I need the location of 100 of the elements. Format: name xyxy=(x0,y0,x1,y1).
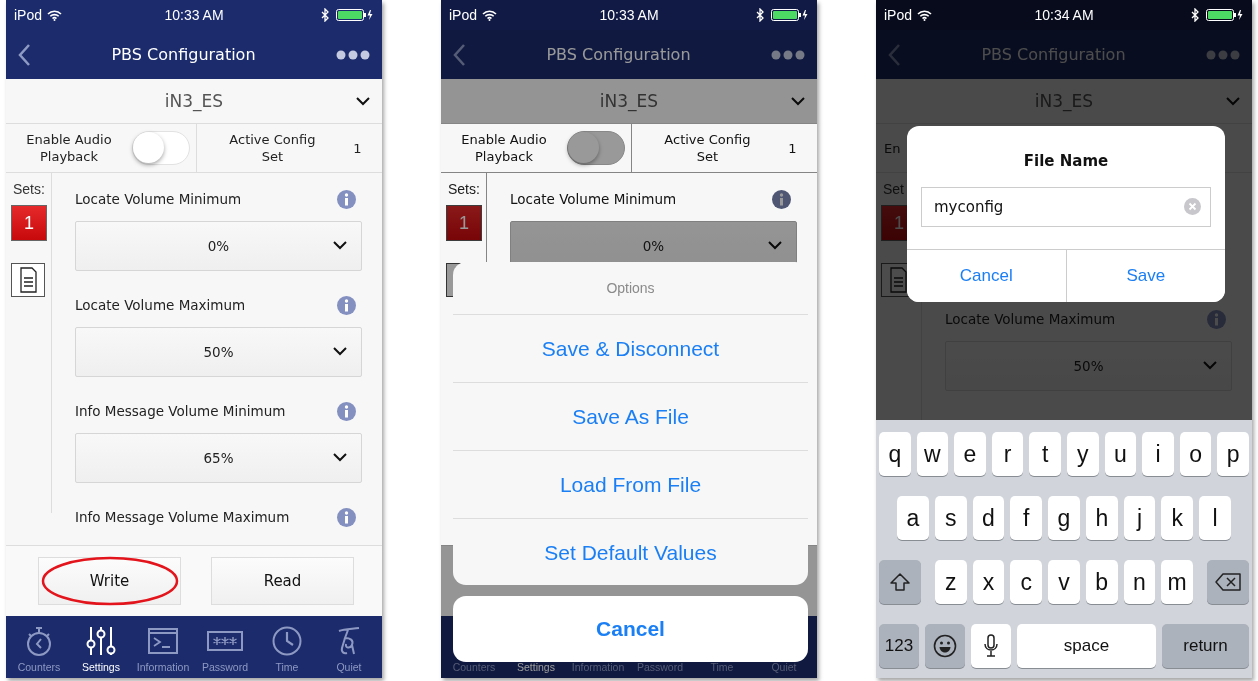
chevron-down-icon xyxy=(791,97,805,106)
info-icon[interactable] xyxy=(337,295,356,315)
keyboard-key[interactable]: z xyxy=(935,560,967,604)
keyboard-key[interactable]: s xyxy=(934,496,967,540)
screen-title: PBS Configuration xyxy=(981,45,1126,64)
keyboard-key[interactable]: m xyxy=(1161,560,1194,604)
setting-dropdown[interactable]: 50% xyxy=(75,327,362,377)
battery-icon xyxy=(1206,9,1244,21)
carrier-label: iPod xyxy=(14,7,43,23)
keyboard-key[interactable]: r xyxy=(991,432,1024,476)
setting-dropdown[interactable]: 0% xyxy=(75,221,362,271)
action-button[interactable]: Read xyxy=(211,557,354,605)
info-icon[interactable] xyxy=(772,189,791,209)
emoji-key[interactable] xyxy=(925,624,965,668)
space-key[interactable]: space xyxy=(1017,624,1156,668)
active-config-value: 1 xyxy=(353,140,362,156)
info-icon[interactable] xyxy=(337,401,356,421)
keyboard-key[interactable]: u xyxy=(1104,432,1137,476)
setting-dropdown[interactable]: 65% xyxy=(75,433,362,483)
delete-key[interactable] xyxy=(1207,560,1250,604)
keyboard-key[interactable]: w xyxy=(916,432,949,476)
tab-bar-item[interactable]: Settings xyxy=(70,616,132,678)
set-button[interactable]: 1 xyxy=(11,205,47,241)
keyboard-key[interactable]: v xyxy=(1048,560,1080,604)
chevron-down-icon xyxy=(356,97,370,106)
screen-title: PBS Configuration xyxy=(111,45,256,64)
keyboard-key[interactable]: 123 xyxy=(879,624,919,668)
chevron-down-icon xyxy=(1226,97,1240,106)
sheet-action[interactable]: Set Default Values xyxy=(453,519,808,585)
back-icon[interactable] xyxy=(453,42,466,67)
sets-label: Set xyxy=(883,181,904,197)
tab-bar-item[interactable]: Time xyxy=(256,616,318,678)
setting-label: Locate Volume Minimum xyxy=(510,191,677,207)
keyboard-key[interactable]: g xyxy=(1048,496,1080,540)
sheet-action[interactable]: Load From File xyxy=(453,451,808,519)
audio-playback-label: Enable Audio Playback xyxy=(460,131,548,165)
active-config-value: 1 xyxy=(788,140,797,156)
tab-bar-item[interactable]: Password xyxy=(194,616,256,678)
clock-icon xyxy=(272,626,302,656)
password-icon xyxy=(207,631,243,651)
keyboard-key[interactable]: b xyxy=(1085,560,1118,604)
info-icon[interactable] xyxy=(337,189,356,209)
sliders-icon xyxy=(86,626,116,656)
tab-bar-item[interactable]: Settings xyxy=(517,661,555,673)
sheet-action[interactable]: Save & Disconnect xyxy=(453,315,808,383)
bluetooth-icon xyxy=(756,8,765,22)
shift-key[interactable] xyxy=(879,560,921,604)
sets-label: Sets: xyxy=(13,181,45,197)
keyboard-key[interactable]: h xyxy=(1085,496,1118,540)
device-selector[interactable]: iN3_ES xyxy=(6,79,382,124)
file-name-field[interactable]: myconfig xyxy=(921,187,1211,227)
wifi-icon xyxy=(482,9,498,21)
setting-label: Info Message Volume Maximum xyxy=(75,509,290,525)
keyboard-key[interactable]: c xyxy=(1010,560,1043,604)
dialog-title: File Name xyxy=(1023,152,1109,170)
microphone-key[interactable] xyxy=(971,624,1011,668)
smiley-icon xyxy=(933,634,957,658)
keyboard-key[interactable]: n xyxy=(1123,560,1156,604)
microphone-icon xyxy=(984,634,998,658)
keyboard-key[interactable]: f xyxy=(1010,496,1043,540)
setting-label: Locate Volume Minimum xyxy=(75,191,242,207)
document-icon[interactable] xyxy=(11,263,45,297)
keyboard-key[interactable]: a xyxy=(897,496,929,540)
keyboard-key[interactable]: y xyxy=(1066,432,1099,476)
stopwatch-icon xyxy=(26,626,52,656)
keyboard-key[interactable]: i xyxy=(1142,432,1174,476)
keyboard-key[interactable]: k xyxy=(1161,496,1194,540)
cancel-button[interactable]: Cancel xyxy=(453,596,808,662)
backspace-icon xyxy=(1215,573,1242,591)
active-config-label: Active Config Set xyxy=(663,131,752,165)
set-button[interactable]: 1 xyxy=(446,205,482,241)
shift-icon xyxy=(890,573,910,591)
keyboard-key[interactable]: x xyxy=(972,560,1005,604)
tab-bar-item[interactable]: Quiet xyxy=(318,616,380,678)
back-icon[interactable] xyxy=(18,42,31,67)
keyboard-key[interactable]: o xyxy=(1179,432,1212,476)
info-icon[interactable] xyxy=(337,507,356,527)
keyboard-key[interactable]: p xyxy=(1217,432,1249,476)
more-icon[interactable] xyxy=(771,49,805,60)
keyboard-key[interactable]: d xyxy=(972,496,1005,540)
tab-bar-item[interactable]: Information xyxy=(132,616,194,678)
keyboard-key[interactable]: q xyxy=(879,432,911,476)
sheet-title: Options xyxy=(453,262,808,315)
chevron-down-icon xyxy=(768,241,782,250)
setting-label: Info Message Volume Minimum xyxy=(75,403,286,419)
keyboard-key[interactable]: t xyxy=(1029,432,1061,476)
keyboard-key[interactable]: j xyxy=(1123,496,1156,540)
figure-icon xyxy=(336,626,362,656)
audio-playback-toggle[interactable] xyxy=(132,131,190,165)
tab-bar-item[interactable]: Counters xyxy=(8,616,70,678)
keyboard-key[interactable]: return xyxy=(1162,624,1249,668)
keyboard-key[interactable]: e xyxy=(954,432,986,476)
active-config-label: Active Config Set xyxy=(228,131,317,165)
audio-playback-toggle[interactable] xyxy=(567,131,625,165)
device-selector[interactable]: iN3_ES xyxy=(441,79,817,124)
setting-label: Locate Volume Maximum xyxy=(945,311,1116,327)
dialog-button[interactable]: Save xyxy=(1065,250,1225,302)
more-icon[interactable] xyxy=(336,49,370,60)
keyboard-key[interactable]: l xyxy=(1199,496,1232,540)
sheet-action[interactable]: Save As File xyxy=(453,383,808,451)
